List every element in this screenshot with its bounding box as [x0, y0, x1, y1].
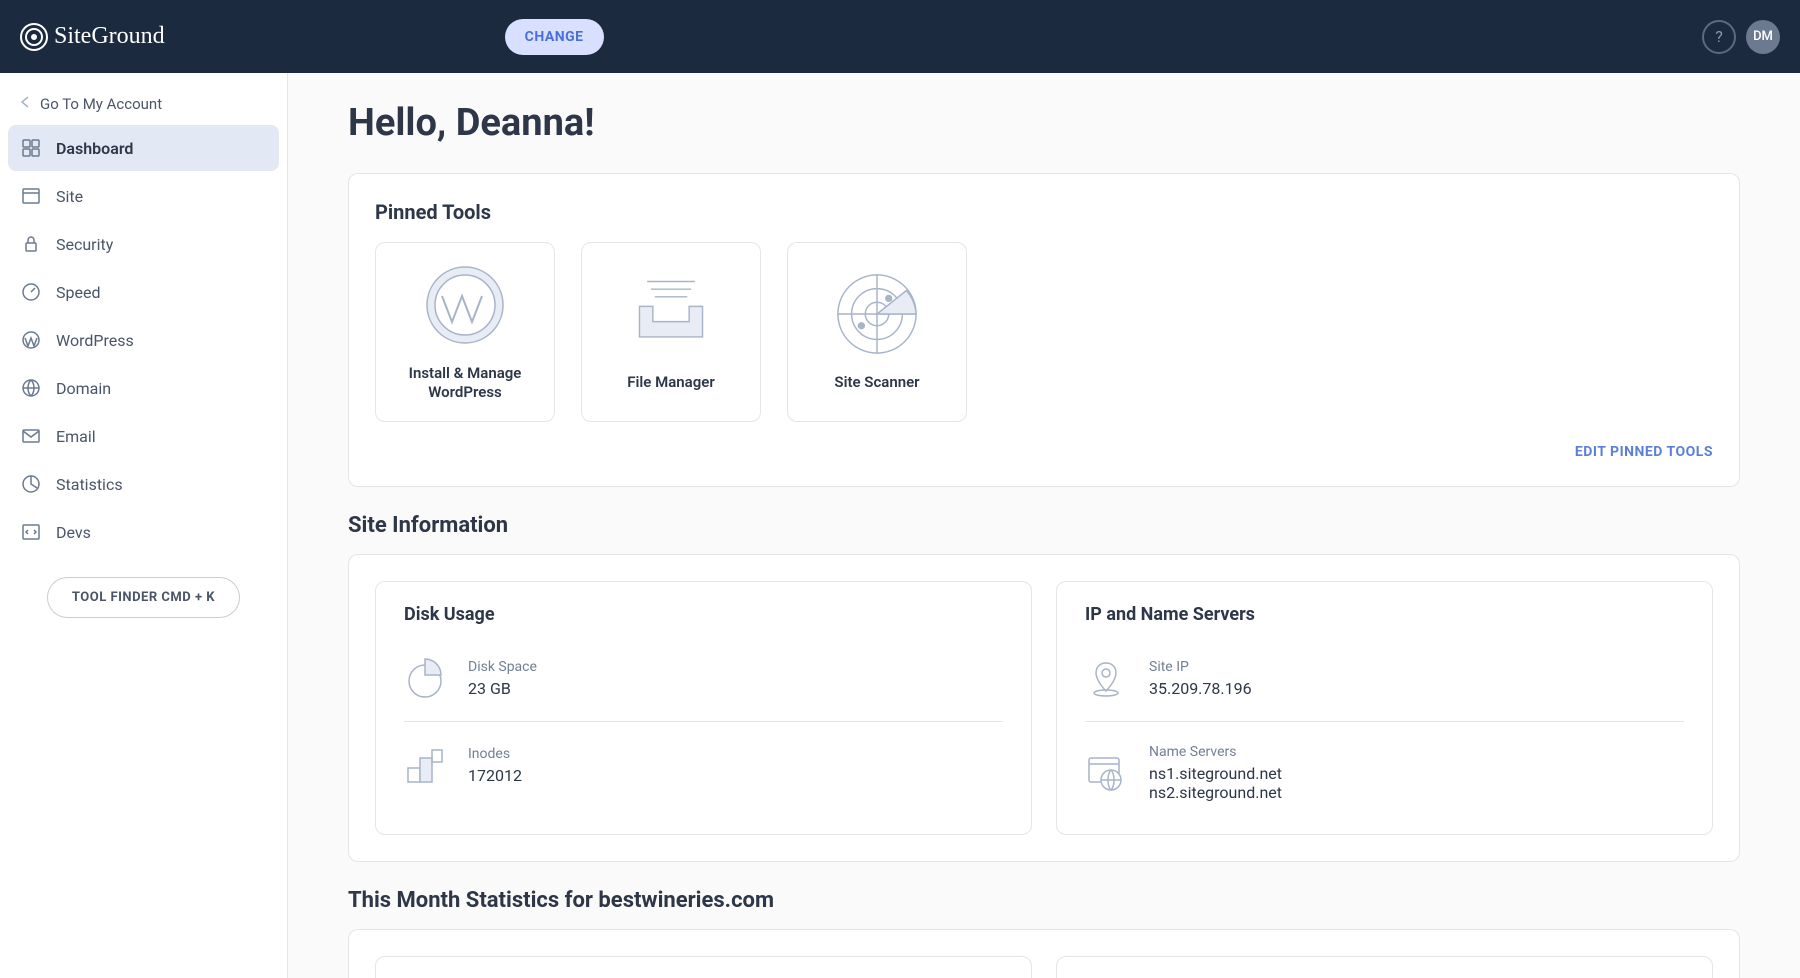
statistics-icon: [20, 473, 42, 495]
location-pin-icon: [1085, 657, 1127, 699]
disk-usage-title: Disk Usage: [404, 604, 1003, 625]
site-information-card: Disk Usage Disk Space 23 GB Inodes 17201…: [348, 554, 1740, 862]
unique-visitors-card: Unique Visitors - 6744: [375, 956, 1032, 978]
file-manager-icon: [628, 271, 714, 357]
sidebar-item-label: Domain: [56, 379, 111, 398]
browser-globe-icon: [1085, 752, 1127, 794]
arrow-left-icon: [18, 95, 32, 113]
sidebar-item-security[interactable]: Security: [8, 221, 279, 267]
speed-icon: [20, 281, 42, 303]
logo[interactable]: SiteGround: [20, 23, 165, 51]
sidebar-item-label: Site: [56, 187, 83, 206]
sidebar-item-email[interactable]: Email: [8, 413, 279, 459]
tool-label: Site Scanner: [834, 373, 919, 393]
site-icon: [20, 185, 42, 207]
month-statistics-card: Unique Visitors - 6744 Pageviews - 33325: [348, 929, 1740, 978]
sidebar-item-domain[interactable]: Domain: [8, 365, 279, 411]
sidebar-item-wordpress[interactable]: WordPress: [8, 317, 279, 363]
wordpress-icon: [20, 329, 42, 351]
avatar[interactable]: DM: [1746, 20, 1780, 54]
sidebar-item-speed[interactable]: Speed: [8, 269, 279, 315]
pie-chart-icon: [404, 657, 446, 699]
edit-pinned-tools-link[interactable]: EDIT PINNED TOOLS: [375, 444, 1713, 460]
dashboard-icon: [20, 137, 42, 159]
back-link-label: Go To My Account: [40, 95, 162, 113]
inodes-icon: [404, 744, 446, 786]
wordpress-badge-icon: [422, 262, 508, 348]
page-greeting: Hello, Deanna!: [348, 101, 1740, 145]
top-header: SiteGround CHANGE ? DM: [0, 0, 1800, 73]
disk-space-label: Disk Space: [468, 659, 537, 675]
sidebar-item-label: Email: [56, 427, 96, 446]
ip-nameservers-card: IP and Name Servers Site IP 35.209.78.19…: [1056, 581, 1713, 835]
tool-site-scanner[interactable]: Site Scanner: [787, 242, 967, 422]
inodes-value: 172012: [468, 766, 522, 785]
sidebar: Go To My Account Dashboard Site Security…: [0, 73, 288, 978]
sidebar-item-label: Dashboard: [56, 139, 133, 158]
sidebar-item-statistics[interactable]: Statistics: [8, 461, 279, 507]
sidebar-item-label: Statistics: [56, 475, 123, 494]
nameservers-label: Name Servers: [1149, 744, 1282, 760]
site-ip-value: 35.209.78.196: [1149, 679, 1252, 698]
logo-text: SiteGround: [54, 23, 165, 50]
tool-label: Install & Manage WordPress: [386, 364, 544, 403]
sidebar-item-label: WordPress: [56, 331, 134, 350]
sidebar-item-dashboard[interactable]: Dashboard: [8, 125, 279, 171]
pageviews-card: Pageviews - 33325: [1056, 956, 1713, 978]
radar-icon: [834, 271, 920, 357]
disk-usage-card: Disk Usage Disk Space 23 GB Inodes 17201…: [375, 581, 1032, 835]
ip-nameservers-title: IP and Name Servers: [1085, 604, 1684, 625]
logo-icon: [20, 23, 48, 51]
nameserver-1: ns1.siteground.net: [1149, 764, 1282, 783]
site-information-title: Site Information: [348, 513, 1740, 538]
code-icon: [20, 521, 42, 543]
sidebar-item-label: Security: [56, 235, 113, 254]
globe-icon: [20, 377, 42, 399]
help-button[interactable]: ?: [1702, 20, 1736, 54]
tool-label: File Manager: [627, 373, 714, 393]
back-to-account-link[interactable]: Go To My Account: [8, 87, 279, 121]
nameserver-2: ns2.siteground.net: [1149, 783, 1282, 802]
tool-file-manager[interactable]: File Manager: [581, 242, 761, 422]
sidebar-item-label: Speed: [56, 283, 100, 302]
disk-space-value: 23 GB: [468, 679, 537, 698]
pinned-tools-card: Pinned Tools Install & Manage WordPress …: [348, 173, 1740, 487]
sidebar-item-site[interactable]: Site: [8, 173, 279, 219]
pinned-tools-title: Pinned Tools: [375, 200, 1713, 224]
lock-icon: [20, 233, 42, 255]
sidebar-item-devs[interactable]: Devs: [8, 509, 279, 555]
help-icon: ?: [1715, 27, 1723, 46]
sidebar-item-label: Devs: [56, 523, 91, 542]
month-statistics-title: This Month Statistics for bestwineries.c…: [348, 888, 1740, 913]
main-content: Hello, Deanna! Pinned Tools Install & Ma…: [288, 73, 1800, 978]
inodes-label: Inodes: [468, 746, 522, 762]
change-button[interactable]: CHANGE: [505, 19, 604, 55]
mail-icon: [20, 425, 42, 447]
tool-install-wordpress[interactable]: Install & Manage WordPress: [375, 242, 555, 422]
tool-finder-button[interactable]: TOOL FINDER CMD + K: [47, 577, 240, 618]
site-ip-label: Site IP: [1149, 659, 1252, 675]
